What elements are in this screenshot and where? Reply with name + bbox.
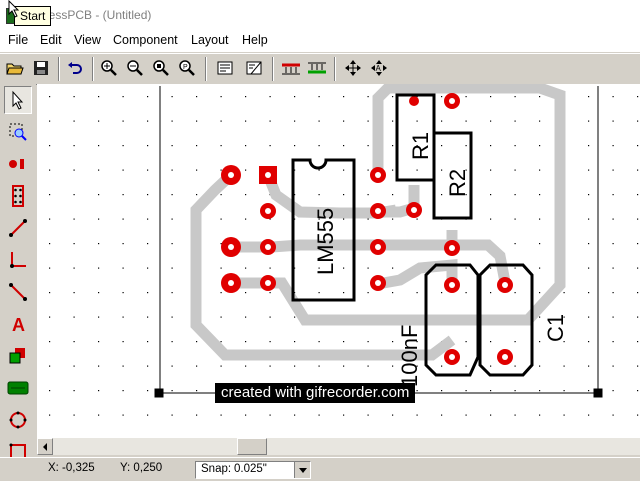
x-coordinate: X: -0,325 xyxy=(48,462,95,474)
trace-tool-button[interactable] xyxy=(4,214,32,242)
menu-bar: File Edit View Component Layout Help xyxy=(0,30,640,52)
menu-file[interactable]: File xyxy=(8,33,28,47)
rotate-button[interactable]: A xyxy=(368,57,390,79)
menu-layout[interactable]: Layout xyxy=(191,33,229,47)
corner-tool-icon xyxy=(10,252,26,268)
pad-tool-icon xyxy=(9,159,24,169)
undo-button[interactable] xyxy=(64,57,86,79)
component-properties-icon xyxy=(217,61,233,75)
toolbar-separator xyxy=(205,57,207,81)
snap-dropdown-button[interactable] xyxy=(294,462,310,478)
title-bar: ExpressPCB - (Untitled) Start xyxy=(0,0,640,30)
toolbar-separator xyxy=(92,57,94,81)
cap-value-label: 100nF xyxy=(397,325,422,387)
svg-text:A: A xyxy=(376,64,382,73)
horizontal-scrollbar[interactable] xyxy=(37,438,640,455)
top-layer-icon xyxy=(282,63,300,75)
pad-tool-button[interactable] xyxy=(4,150,32,178)
pcb-properties-icon xyxy=(246,61,262,75)
bottom-layer-icon xyxy=(308,62,326,74)
connector-tool-button[interactable] xyxy=(4,374,32,402)
toolbar: P A xyxy=(0,53,640,85)
save-button[interactable] xyxy=(30,57,52,79)
svg-text:P: P xyxy=(183,64,188,71)
zoom-window-button[interactable]: P xyxy=(176,57,198,79)
open-button[interactable] xyxy=(4,57,26,79)
move-button[interactable] xyxy=(342,57,364,79)
snap-label: Snap: xyxy=(201,463,232,475)
text-tool-icon: A xyxy=(12,315,25,334)
diagonal-tool-icon xyxy=(9,283,27,301)
bottom-layer-button[interactable] xyxy=(306,57,328,79)
open-icon xyxy=(6,63,24,75)
zoom-region-icon xyxy=(9,123,27,141)
arrow-left-icon xyxy=(43,442,47,451)
text-tool-button[interactable]: A xyxy=(4,310,32,338)
status-bar: X: -0,325 Y: 0,250 Snap: 0.025" xyxy=(0,457,640,481)
scroll-thumb[interactable] xyxy=(237,438,267,455)
select-tool-icon xyxy=(12,90,24,110)
r2-label: R2 xyxy=(445,169,470,197)
y-coordinate: Y: 0,250 xyxy=(120,462,163,474)
top-layer-button[interactable] xyxy=(280,57,302,79)
select-tool-button[interactable] xyxy=(4,86,32,114)
chevron-down-icon xyxy=(298,467,307,473)
ic-label: LM555 xyxy=(313,208,338,275)
pcb-properties-button[interactable] xyxy=(244,57,266,79)
zoom-region-button[interactable] xyxy=(4,118,32,146)
circle-tool-button[interactable] xyxy=(4,406,32,434)
zoom-fit-button[interactable] xyxy=(150,57,172,79)
zoom-fit-icon xyxy=(153,60,169,76)
menu-component[interactable]: Component xyxy=(113,33,178,47)
shapes-tool-icon xyxy=(9,348,25,364)
mouse-cursor-icon xyxy=(8,0,20,18)
move-icon xyxy=(345,60,361,76)
menu-view[interactable]: View xyxy=(74,33,101,47)
component-tool-icon xyxy=(12,185,24,207)
rotate-icon: A xyxy=(371,60,387,76)
connector-tool-icon xyxy=(7,381,29,395)
zoom-in-icon xyxy=(101,60,117,76)
toolbar-separator xyxy=(272,57,274,81)
left-tool-palette: A xyxy=(0,84,36,480)
toolbar-separator xyxy=(58,57,60,81)
scroll-left-button[interactable] xyxy=(37,438,53,455)
snap-select[interactable]: Snap: 0.025" xyxy=(195,461,311,479)
zoom-out-button[interactable] xyxy=(124,57,146,79)
toolbar-separator xyxy=(334,57,336,81)
zoom-window-icon: P xyxy=(179,60,195,76)
component-properties-button[interactable] xyxy=(214,57,236,79)
zoom-out-icon xyxy=(127,60,143,76)
menu-help[interactable]: Help xyxy=(242,33,268,47)
watermark: created with gifrecorder.com xyxy=(215,383,416,403)
snap-value: 0.025" xyxy=(234,463,267,475)
component-tool-button[interactable] xyxy=(4,182,32,210)
save-icon xyxy=(34,61,48,75)
svg-text:A: A xyxy=(12,315,25,334)
circle-tool-icon xyxy=(9,411,27,429)
shapes-tool-button[interactable] xyxy=(4,342,32,370)
trace-tool-icon xyxy=(9,219,27,237)
corner-tool-button[interactable] xyxy=(4,246,32,274)
c1-label: C1 xyxy=(543,314,568,342)
pad xyxy=(409,96,419,106)
r1-label: R1 xyxy=(408,132,433,160)
undo-icon xyxy=(68,62,82,74)
menu-edit[interactable]: Edit xyxy=(40,33,62,47)
zoom-in-button[interactable] xyxy=(98,57,120,79)
diagonal-tool-button[interactable] xyxy=(4,278,32,306)
